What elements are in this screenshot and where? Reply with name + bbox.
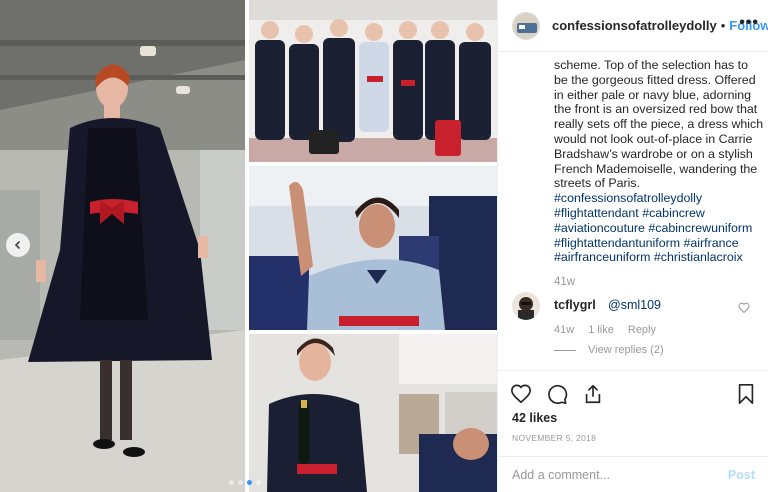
post-comment-button[interactable]: Post [728,468,755,482]
comments-area[interactable]: scheme. Top of the selection has to be t… [498,52,768,370]
post-actions: 42 likes NOVEMBER 5, 2018 [498,370,768,443]
hashtag-link[interactable]: #airfrance [684,236,739,250]
hashtag-link[interactable]: #christianlacroix [654,250,743,264]
hashtag-link[interactable]: #cabincrew [642,206,705,220]
post-side-panel: confessionsofatrolleydolly • Follow ••• … [497,0,768,492]
commenter-avatar[interactable] [512,292,540,320]
hashtag-link[interactable]: #confessionsofatrolleydolly [554,191,702,205]
caption-line: French Mademoiselle, wandering the [554,161,758,176]
header-separator: • [720,18,726,33]
more-options-button[interactable]: ••• [739,14,759,32]
bookmark-icon[interactable] [735,383,757,405]
hashtag-line: #airfranceuniform #christianlacroix [554,250,764,265]
post-date[interactable]: NOVEMBER 5, 2018 [512,433,596,443]
heart-icon[interactable] [510,383,532,405]
comment-meta: 41w 1 like Reply [554,324,656,336]
caption-line: in either pale or navy blue, adorning [554,87,752,102]
slide-dot [256,480,261,485]
like-count[interactable]: 42 likes [512,411,557,425]
comment-icon[interactable] [546,383,568,405]
caption-timestamp[interactable]: 41w [554,276,575,288]
slide-dot [229,480,234,485]
hashtag-link[interactable]: #flightattendant [554,206,639,220]
author-username[interactable]: confessionsofatrolleydolly [552,18,717,33]
author-avatar[interactable] [512,11,540,40]
comment-text: @sml109 [608,298,661,312]
hashtag-link[interactable]: #aviationcouture [554,221,645,235]
comment-timestamp[interactable]: 41w [554,324,574,336]
caption-line: scheme. Top of the selection has to [554,58,749,72]
comment-mention[interactable]: @sml109 [608,298,661,312]
slide-indicator [229,480,261,485]
post-header: confessionsofatrolleydolly • Follow ••• [498,0,768,52]
slide-dot-active [247,480,252,485]
caption-line: be the gorgeous fitted dress. Offered [554,72,756,87]
replies-divider [554,349,576,351]
hashtag-link[interactable]: #cabincrewuniform [648,221,752,235]
photo-crew-group [249,0,497,162]
hashtag-line: #flightattendantuniform #airfrance [554,236,764,251]
photo-attendant-pale-blue [249,166,497,330]
hashtag-link[interactable]: #flightattendantuniform [554,236,680,250]
share-icon[interactable] [582,383,604,405]
hashtag-line: #confessionsofatrolleydolly [554,191,764,206]
caption-line: really sets off the piece, a dress which [554,117,764,132]
commenter-username[interactable]: tcflygrl [554,298,596,312]
caption-line: the front is an oversized red bow that [554,102,758,117]
chevron-left-icon [14,240,21,250]
reply-button[interactable]: Reply [628,324,656,336]
action-icons [510,383,604,405]
photo-woman-in-navy-coat [0,0,245,492]
view-replies-label: View replies (2) [588,344,664,356]
post-caption: scheme. Top of the selection has to be t… [554,58,764,265]
comment-input[interactable] [512,467,728,482]
view-replies-button[interactable]: View replies (2) [554,344,664,356]
comment-like-icon[interactable] [738,302,750,314]
add-comment-bar: Post [498,456,768,492]
comment-like-count[interactable]: 1 like [588,324,614,336]
caption-line: Bradshaw’s wardrobe or on a stylish [554,146,753,161]
caption-line: streets of Paris. [554,176,641,191]
hashtag-line: #flightattendant #cabincrew [554,206,764,221]
photo-attendant-champagne [249,334,497,492]
hashtag-line: #aviationcouture #cabincrewuniform [554,221,764,236]
post-media [0,0,497,492]
hashtag-link[interactable]: #airfranceuniform [554,250,650,264]
previous-slide-button[interactable] [6,233,30,257]
caption-line: would not look out-of-place in Carrie [554,131,753,146]
slide-dot [238,480,243,485]
